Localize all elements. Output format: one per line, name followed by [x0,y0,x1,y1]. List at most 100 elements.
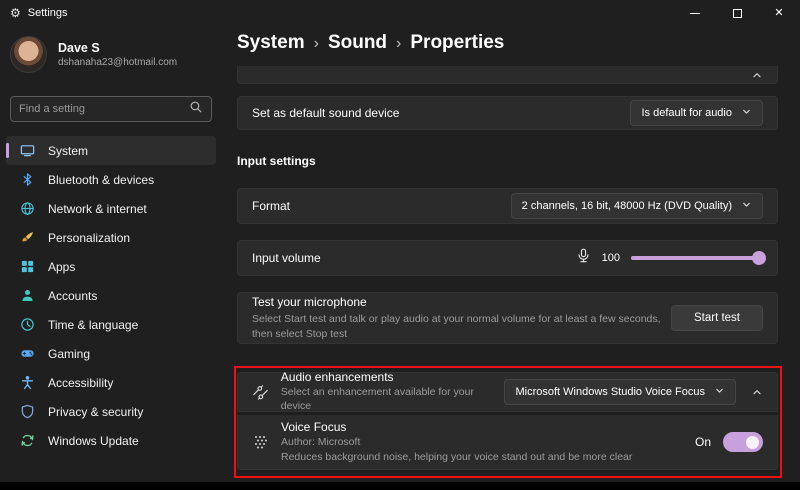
brush-icon [20,230,35,245]
chevron-right-icon: › [396,34,402,52]
chevron-down-icon [741,199,752,213]
collapsed-card-partial [237,66,778,84]
audio-enhancements-dropdown[interactable]: Microsoft Windows Studio Voice Focus [504,379,736,405]
sidebar-item-personalization[interactable]: Personalization [6,223,216,252]
clock-icon [20,317,35,332]
sidebar-item-gaming[interactable]: Gaming [6,339,216,368]
sidebar-item-label: Privacy & security [48,404,144,419]
gamepad-icon [20,346,35,361]
breadcrumb-properties: Properties [410,32,505,53]
default-device-row: Set as default sound device Is default f… [237,96,778,130]
sidebar-item-accounts[interactable]: Accounts [6,281,216,310]
sidebar-item-windows-update[interactable]: Windows Update [6,426,216,455]
volume-slider-thumb[interactable] [752,251,766,265]
bluetooth-icon [20,172,35,187]
minimize-button[interactable] [674,0,716,26]
search-icon [189,100,203,119]
avatar [10,36,47,73]
test-microphone-description: Select Start test and talk or play audio… [252,313,661,340]
close-button[interactable]: ✕ [758,0,800,26]
voice-focus-toggle[interactable] [723,432,763,452]
user-profile[interactable]: Dave S dshanaha23@hotmail.com [10,36,177,73]
maximize-button[interactable] [716,0,758,26]
test-microphone-title: Test your microphone [252,295,367,310]
sidebar-item-label: Accounts [48,288,98,303]
default-device-label: Set as default sound device [252,106,400,120]
window-controls: ✕ [674,0,800,26]
user-name: Dave S [58,41,100,55]
sidebar-item-label: Gaming [48,346,91,361]
breadcrumb-system[interactable]: System [237,32,305,54]
toggle-knob [746,435,759,449]
window-title: Settings [27,7,68,19]
microphone-icon [576,248,591,268]
user-email: dshanaha23@hotmail.com [58,57,178,68]
globe-icon [20,201,35,216]
input-volume-label: Input volume [252,251,321,265]
settings-gear-icon: ⚙ [10,6,21,20]
voice-focus-description: Reduces background noise, helping your v… [281,450,633,463]
breadcrumb-sound[interactable]: Sound [328,32,387,54]
voice-focus-author: Author: Microsoft [281,435,361,448]
breadcrumb: System › Sound › Properties [237,32,504,54]
input-volume-value: 100 [601,252,620,264]
person-icon [20,288,35,303]
main-content: System › Sound › Properties Set as defau… [222,26,800,478]
voice-focus-row: Voice Focus Author: Microsoft Reduces ba… [237,414,778,470]
sidebar-item-label: Personalization [48,230,131,245]
volume-slider-fill [631,256,763,260]
input-volume-row: Input volume 100 [237,240,778,276]
apps-icon [20,259,35,274]
default-device-dropdown-value: Is default for audio [641,107,732,119]
search-box[interactable] [10,96,212,122]
chevron-down-icon [741,106,752,120]
collapse-chevron-up-button[interactable] [751,386,763,398]
voice-focus-icon [252,434,270,450]
format-label: Format [252,199,291,213]
accessibility-icon [20,375,35,390]
audio-enhancements-dropdown-value: Microsoft Windows Studio Voice Focus [515,386,705,398]
sidebar-item-label: Windows Update [48,433,139,448]
sidebar-item-time-language[interactable]: Time & language [6,310,216,339]
screen: ⚙ Settings ✕ Dave S dshanaha23@hotmail.c… [0,0,800,490]
expander-chevron-up-button[interactable] [751,69,763,81]
maximize-icon [732,8,742,18]
format-dropdown[interactable]: 2 channels, 16 bit, 48000 Hz (DVD Qualit… [510,193,763,219]
title-bar: ⚙ Settings ✕ [0,0,800,26]
sidebar: Dave S dshanaha23@hotmail.com System Blu… [0,26,222,482]
settings-window: ⚙ Settings ✕ Dave S dshanaha23@hotmail.c… [0,0,800,482]
format-dropdown-value: 2 channels, 16 bit, 48000 Hz (DVD Qualit… [521,200,732,212]
sidebar-item-label: System [48,143,89,158]
sidebar-nav: System Bluetooth & devices Network & int… [6,136,216,455]
format-row: Format 2 channels, 16 bit, 48000 Hz (DVD… [237,188,778,224]
voice-focus-title: Voice Focus [281,419,347,434]
search-input[interactable] [19,103,189,115]
shield-icon [20,404,35,419]
sidebar-item-label: Time & language [48,317,139,332]
default-device-dropdown[interactable]: Is default for audio [630,100,763,126]
sidebar-item-label: Bluetooth & devices [48,172,155,187]
minimize-icon [690,12,700,14]
audio-enhancements-icon [252,384,270,401]
audio-enhancements-row: Audio enhancements Select an enhancement… [237,370,778,412]
input-settings-header: Input settings [237,154,316,168]
sidebar-item-label: Network & internet [48,201,147,216]
input-volume-slider[interactable] [631,251,766,265]
voice-focus-toggle-label: On [694,435,711,449]
sidebar-item-bluetooth-devices[interactable]: Bluetooth & devices [6,165,216,194]
start-test-button[interactable]: Start test [671,305,763,331]
test-microphone-row: Test your microphone Select Start test a… [237,292,778,344]
sidebar-item-label: Accessibility [48,375,114,390]
chevron-right-icon: › [313,34,319,52]
sidebar-item-system[interactable]: System [6,136,216,165]
sidebar-item-privacy-security[interactable]: Privacy & security [6,397,216,426]
chevron-down-icon [714,385,725,399]
monitor-icon [20,143,35,158]
sidebar-item-label: Apps [48,259,76,274]
update-icon [20,433,35,448]
sidebar-item-accessibility[interactable]: Accessibility [6,368,216,397]
sidebar-item-network-internet[interactable]: Network & internet [6,194,216,223]
sidebar-item-apps[interactable]: Apps [6,252,216,281]
audio-enhancements-description: Select an enhancement available for your… [280,386,474,412]
close-icon: ✕ [774,6,784,19]
